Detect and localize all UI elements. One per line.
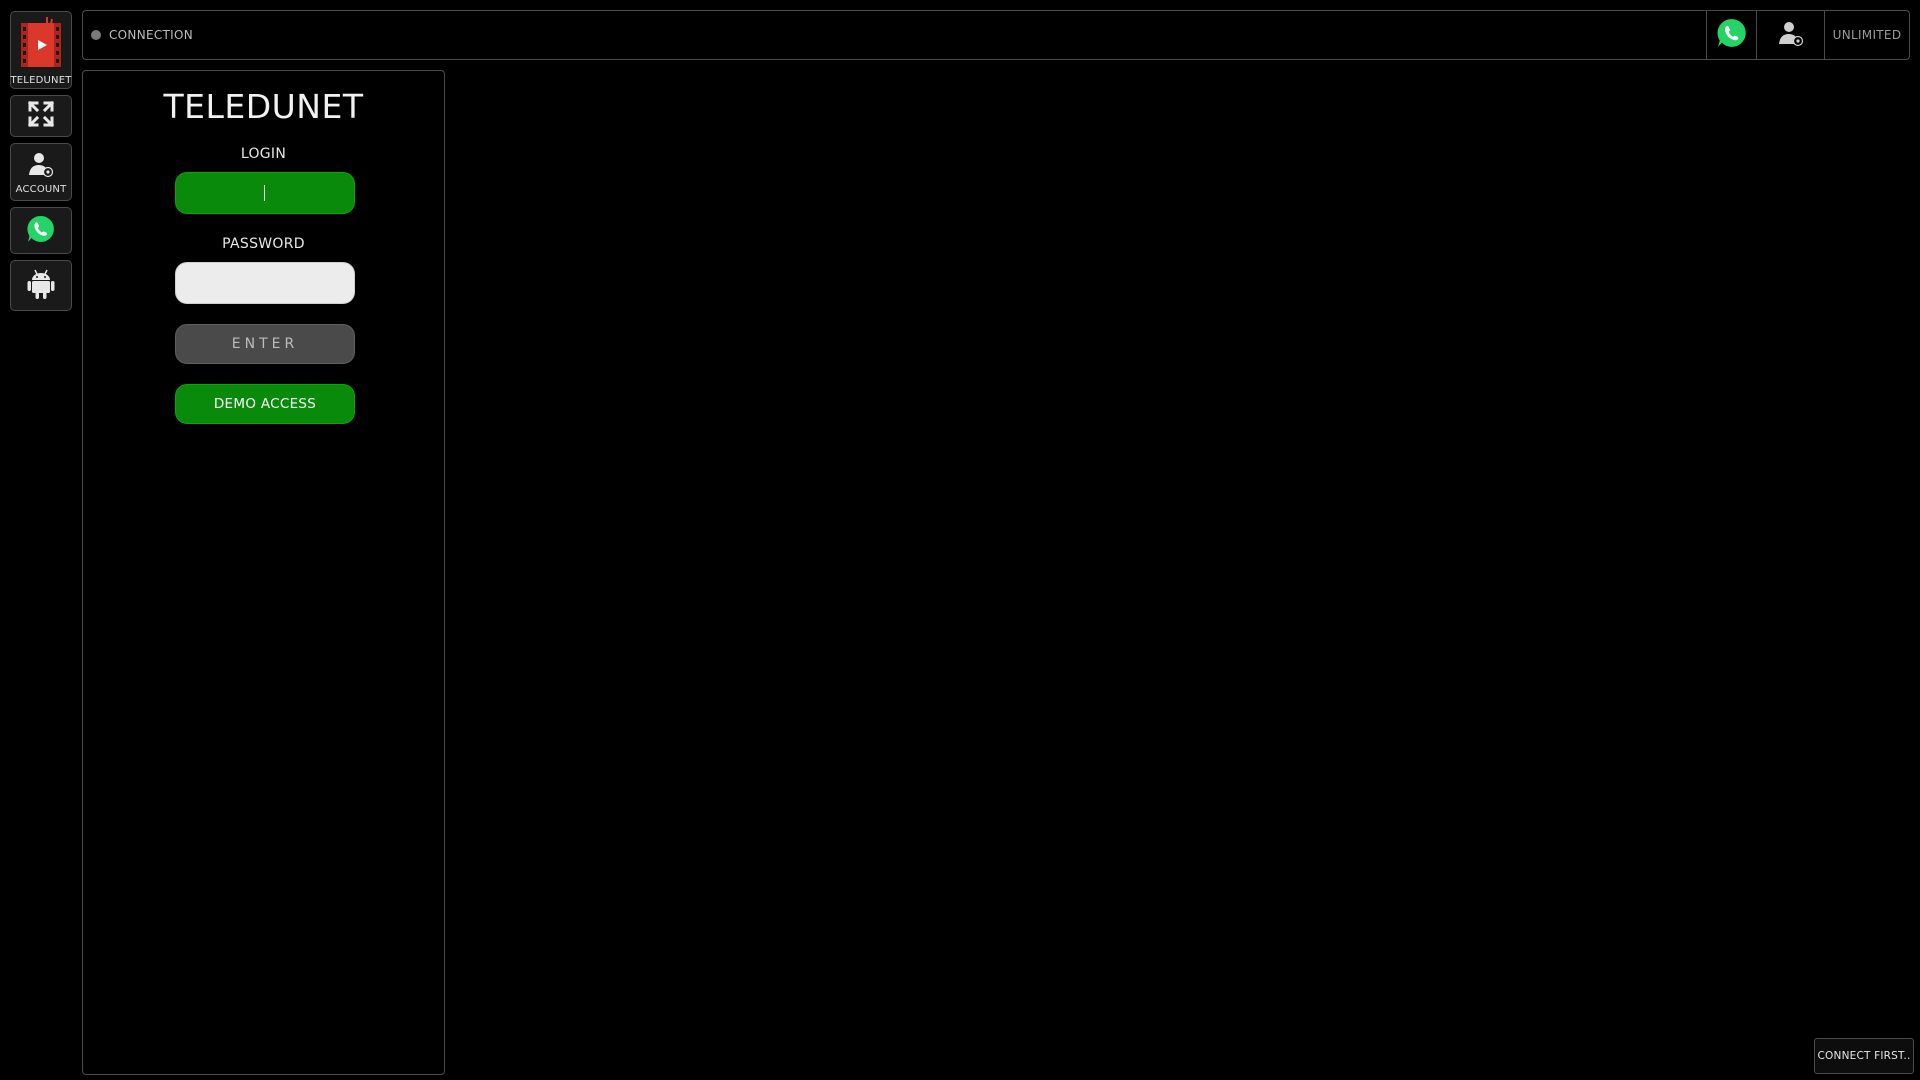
account-icon bbox=[1777, 19, 1805, 51]
sidebar-item-android[interactable] bbox=[10, 260, 72, 311]
sidebar-item-label: TELEDUNET bbox=[10, 74, 72, 86]
enter-button[interactable]: ENTER bbox=[175, 324, 355, 364]
sidebar: TELEDUNET ACCOUNT bbox=[10, 11, 72, 317]
login-label: LOGIN bbox=[240, 146, 287, 162]
sidebar-item-label: ACCOUNT bbox=[15, 183, 67, 195]
text-caret bbox=[264, 185, 265, 201]
whatsapp-icon bbox=[26, 214, 56, 248]
sidebar-item-teledunet[interactable]: TELEDUNET bbox=[10, 11, 72, 89]
film-play-icon bbox=[17, 15, 65, 73]
connect-first-notice: CONNECT FIRST.. bbox=[1814, 1038, 1914, 1074]
password-label: PASSWORD bbox=[222, 236, 305, 252]
demo-access-button[interactable]: DEMO ACCESS bbox=[175, 384, 355, 424]
panel-title: TELEDUNET bbox=[163, 87, 364, 126]
topbar-whatsapp-button[interactable] bbox=[1706, 11, 1756, 59]
connection-status-label: CONNECTION bbox=[109, 28, 194, 42]
top-bar: CONNECTION UNLIMITED bbox=[82, 10, 1910, 60]
password-input[interactable] bbox=[175, 262, 355, 304]
fullscreen-icon bbox=[27, 100, 55, 132]
account-icon bbox=[27, 150, 55, 182]
plan-status-label: UNLIMITED bbox=[1824, 11, 1909, 59]
connection-status-dot bbox=[91, 30, 101, 40]
top-bar-actions: UNLIMITED bbox=[1706, 11, 1909, 59]
sidebar-item-fullscreen[interactable] bbox=[10, 95, 72, 137]
login-panel: TELEDUNET LOGIN PASSWORD ENTER DEMO ACCE… bbox=[82, 70, 445, 1075]
whatsapp-icon bbox=[1716, 17, 1748, 53]
sidebar-item-whatsapp[interactable] bbox=[10, 207, 72, 254]
sidebar-item-account[interactable]: ACCOUNT bbox=[10, 143, 72, 201]
topbar-account-button[interactable] bbox=[1756, 11, 1824, 59]
android-icon bbox=[27, 268, 55, 304]
login-input[interactable] bbox=[175, 172, 355, 214]
